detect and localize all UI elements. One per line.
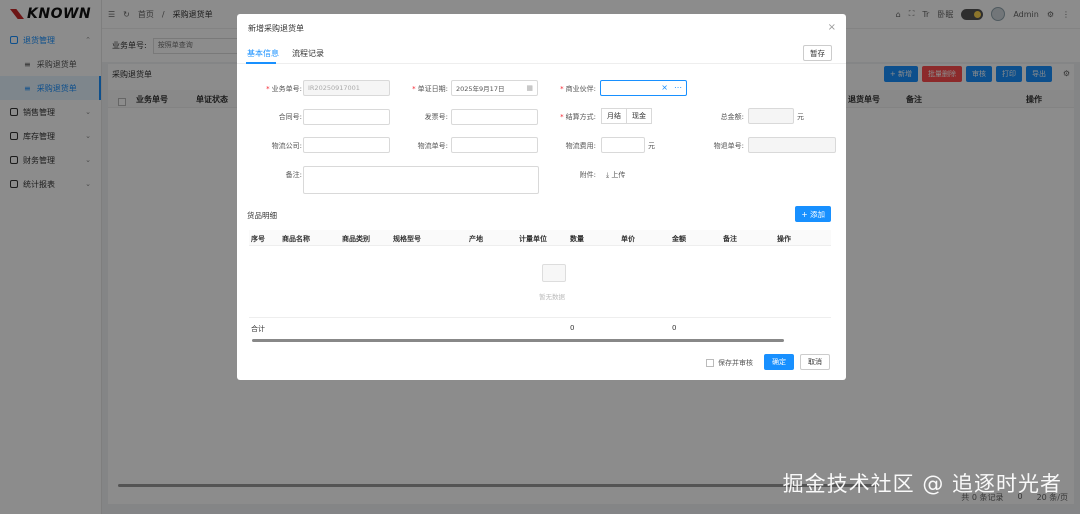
partner-select[interactable]: × ⋯ xyxy=(600,80,687,96)
column-header: 商品名称 xyxy=(282,235,310,243)
modal-tabs: 基本信息 流程记录 xyxy=(237,40,846,64)
goods-summary-row: 合计 0 0 xyxy=(249,317,831,337)
column-header: 计量单位 xyxy=(519,235,547,243)
date-label: * 单证日期: xyxy=(412,85,448,93)
settle-radio-group: 月结 现金 xyxy=(601,108,652,124)
settle-monthly-option[interactable]: 月结 xyxy=(601,108,627,124)
tab-basic-info[interactable]: 基本信息 xyxy=(247,48,279,59)
settle-cash-option[interactable]: 现金 xyxy=(627,108,652,124)
logistics-fee-unit: 元 xyxy=(648,142,655,150)
cancel-button[interactable]: 取消 xyxy=(800,354,830,370)
total-unit: 元 xyxy=(797,113,804,121)
column-header: 数量 xyxy=(570,235,584,243)
column-header: 备注 xyxy=(723,235,737,243)
watermark: 掘金技术社区 @ 追逐时光者 xyxy=(782,472,1062,496)
tab-process-log[interactable]: 流程记录 xyxy=(292,48,324,59)
summary-label: 合计 xyxy=(251,325,265,333)
clear-icon[interactable]: × xyxy=(661,83,668,92)
column-header: 规格型号 xyxy=(393,235,421,243)
logistics-company-input[interactable] xyxy=(303,137,390,153)
modal-title: 新增采购退货单 xyxy=(248,24,304,33)
logistics-no-label: 物流单号: xyxy=(417,142,448,150)
return-no-field xyxy=(748,137,836,153)
column-header: 单价 xyxy=(621,235,635,243)
goods-horizontal-scrollbar[interactable] xyxy=(252,339,784,342)
total-amount-field xyxy=(748,108,794,124)
goods-section-title: 货品明细 xyxy=(247,211,277,220)
empty-box-icon xyxy=(542,264,566,282)
column-header: 序号 xyxy=(251,235,265,243)
contract-input[interactable] xyxy=(303,109,390,125)
summary-amount: 0 xyxy=(672,324,677,332)
logistics-no-input[interactable] xyxy=(451,137,538,153)
logistics-company-label: 物流公司: xyxy=(271,142,302,150)
invoice-input[interactable] xyxy=(451,109,538,125)
summary-qty: 0 xyxy=(570,324,575,332)
checkbox-box[interactable] xyxy=(706,359,714,367)
save-draft-button[interactable]: 暂存 xyxy=(803,45,832,61)
contract-label: 合同号: xyxy=(278,113,302,121)
column-header: 商品类别 xyxy=(342,235,370,243)
upload-icon: ⤓ xyxy=(606,171,610,179)
remark-label: 备注: xyxy=(285,171,302,179)
total-label: 总金额: xyxy=(720,113,744,121)
empty-text: 暂无数据 xyxy=(539,293,565,301)
checkbox-label: 保存并审核 xyxy=(718,359,753,367)
close-icon[interactable]: × xyxy=(828,22,836,33)
remark-textarea[interactable] xyxy=(303,166,539,194)
column-header: 操作 xyxy=(777,235,791,243)
date-picker[interactable]: 2025年9月17日 ▦ xyxy=(451,80,538,96)
column-header: 金额 xyxy=(672,235,686,243)
settle-label: * 结算方式: xyxy=(560,113,596,121)
goods-table-header: 序号 商品名称 商品类别 规格型号 产地 计量单位 数量 单价 金额 备注 操作 xyxy=(249,230,831,246)
more-icon[interactable]: ⋯ xyxy=(674,83,682,92)
save-and-audit-checkbox[interactable]: 保存并审核 xyxy=(706,358,753,368)
logistics-fee-input[interactable] xyxy=(601,137,645,153)
attach-label: 附件: xyxy=(579,171,596,179)
biz-no-label: * 业务单号: xyxy=(266,85,302,93)
upload-button[interactable]: ⤓ 上传 xyxy=(606,170,625,180)
add-goods-button[interactable]: + 添加 xyxy=(795,206,831,222)
column-header: 产地 xyxy=(469,235,483,243)
create-return-modal: 新增采购退货单 × 基本信息 流程记录 暂存 * 业务单号: IR20250917… xyxy=(237,14,846,380)
active-tab-indicator xyxy=(246,62,276,64)
invoice-label: 发票号: xyxy=(424,113,448,121)
return-no-label: 物退单号: xyxy=(713,142,744,150)
partner-label: * 商业伙伴: xyxy=(560,85,596,93)
calendar-icon: ▦ xyxy=(526,84,533,92)
confirm-button[interactable]: 确定 xyxy=(764,354,794,370)
biz-no-field: IR20250917001 xyxy=(303,80,390,96)
logistics-fee-label: 物流费用: xyxy=(565,142,596,150)
